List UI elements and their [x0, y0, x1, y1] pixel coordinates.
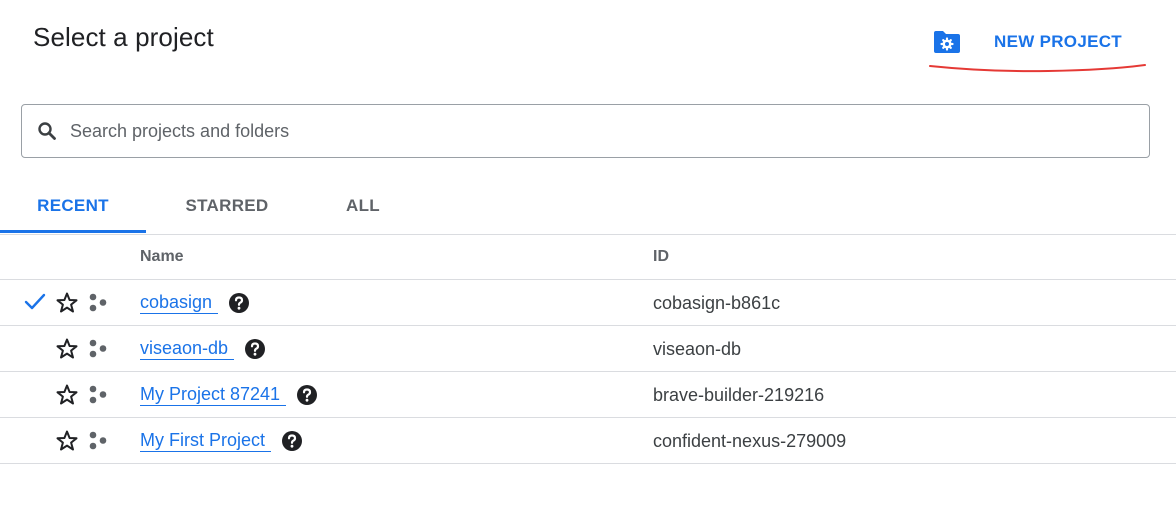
red-underline-annotation: [929, 64, 1146, 73]
active-tab-indicator: [0, 230, 146, 233]
project-icon: [89, 339, 107, 358]
dialog-title: Select a project: [33, 22, 214, 52]
project-id-cell: cobasign-b861c: [653, 293, 781, 313]
project-name-link[interactable]: My First Project: [140, 429, 272, 452]
star-outline-icon[interactable]: [55, 291, 79, 315]
new-project-label: NEW PROJECT: [994, 32, 1122, 51]
project-name-link[interactable]: cobasign: [140, 291, 219, 314]
table-row[interactable]: viseaon-db viseaon-db: [0, 326, 1176, 372]
star-outline-icon[interactable]: [55, 429, 79, 453]
project-icon: [89, 293, 107, 312]
help-icon[interactable]: [228, 292, 250, 314]
project-name-cell: My First Project: [140, 429, 303, 452]
table-row[interactable]: My First Project confident-nexus-279009: [0, 418, 1176, 464]
project-name-link[interactable]: viseaon-db: [140, 337, 235, 360]
project-name-link[interactable]: My Project 87241: [140, 383, 287, 406]
project-name-cell: cobasign: [140, 291, 250, 314]
table-row[interactable]: My Project 87241 brave-builder-219216: [0, 372, 1176, 418]
tab-all[interactable]: ALL: [330, 180, 396, 232]
help-icon[interactable]: [244, 338, 266, 360]
checkmark-icon: [24, 293, 46, 310]
project-icon: [89, 431, 107, 450]
project-id-cell: confident-nexus-279009: [653, 431, 847, 451]
project-id-cell: brave-builder-219216: [653, 385, 825, 405]
new-project-button[interactable]: NEW PROJECT: [930, 20, 1122, 64]
tab-bar: RECENT STARRED ALL: [0, 180, 1176, 234]
project-name-cell: viseaon-db: [140, 337, 266, 360]
tab-starred[interactable]: STARRED: [170, 180, 284, 232]
project-icon: [89, 385, 107, 404]
search-icon: [36, 120, 58, 142]
table-header: Name ID: [0, 235, 1176, 280]
projects-table: Name ID cobasign cobasign-b861c viseaon-…: [0, 235, 1176, 464]
table-row[interactable]: cobasign cobasign-b861c: [0, 280, 1176, 326]
tab-recent[interactable]: RECENT: [0, 180, 146, 232]
folder-settings-icon: [930, 25, 964, 59]
help-icon[interactable]: [296, 384, 318, 406]
column-header-id: ID: [653, 248, 669, 265]
help-icon[interactable]: [281, 430, 303, 452]
select-project-dialog: Select a project NEW PROJECT Search proj…: [0, 0, 1176, 520]
project-name-cell: My Project 87241: [140, 383, 318, 406]
column-header-name: Name: [140, 248, 184, 265]
star-outline-icon[interactable]: [55, 337, 79, 361]
star-outline-icon[interactable]: [55, 383, 79, 407]
search-input[interactable]: [68, 119, 1122, 143]
project-id-cell: viseaon-db: [653, 339, 742, 359]
search-box[interactable]: [21, 104, 1150, 158]
